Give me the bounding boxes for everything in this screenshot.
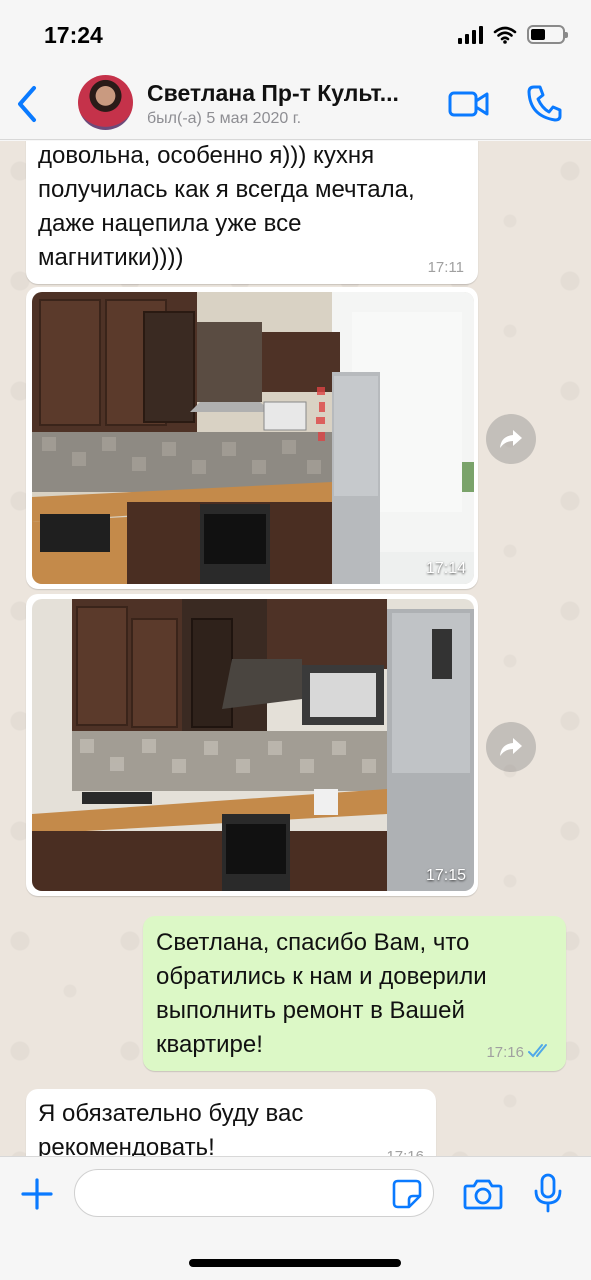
sticker-button[interactable] <box>392 1179 422 1209</box>
signal-icon <box>458 25 483 44</box>
message-time: 17:16 <box>486 1044 524 1061</box>
message-bubble-outgoing[interactable]: Светлана, спасибо Вам, что обратились к … <box>143 916 566 1071</box>
microphone-icon <box>534 1173 562 1213</box>
voice-call-button[interactable] <box>526 84 562 122</box>
phone-icon <box>527 85 562 122</box>
message-line: выполнить ремонт в Вашей <box>156 997 465 1024</box>
back-button[interactable] <box>12 84 42 124</box>
message-line: обратились к нам и доверили <box>156 963 487 990</box>
message-bubble-incoming[interactable]: довольна, особенно я))) кухня получилась… <box>26 141 478 284</box>
camera-icon <box>463 1179 503 1210</box>
chat-area[interactable]: довольна, особенно я))) кухня получилась… <box>0 141 591 1156</box>
forward-button[interactable] <box>486 722 536 772</box>
camera-button[interactable] <box>463 1177 503 1211</box>
plus-icon <box>21 1178 53 1210</box>
message-bubble-incoming[interactable]: Я обязательно буду вас рекомендовать! 17… <box>26 1089 436 1156</box>
message-line: довольна, особенно я))) кухня <box>38 142 375 169</box>
message-line: Светлана, спасибо Вам, что <box>156 929 470 956</box>
attach-button[interactable] <box>20 1177 54 1211</box>
message-line: даже нацепила уже все <box>38 210 302 237</box>
message-line: получилась как я всегда мечтала, <box>38 176 415 203</box>
video-camera-icon <box>448 91 489 117</box>
message-input-bar <box>0 1156 591 1280</box>
sticker-icon <box>392 1179 422 1209</box>
forward-arrow-icon <box>500 738 522 756</box>
kitchen-image-1 <box>32 292 474 584</box>
message-line: рекомендовать! <box>38 1134 215 1156</box>
message-line: Я обязательно буду вас <box>38 1100 304 1127</box>
wifi-icon <box>493 26 517 44</box>
message-line: квартире! <box>156 1031 263 1058</box>
kitchen-image-2 <box>32 599 474 891</box>
chat-header: Светлана Пр-т Культ... был(-а) 5 мая 202… <box>0 70 591 140</box>
status-time: 17:24 <box>44 22 103 48</box>
video-call-button[interactable] <box>448 88 490 120</box>
message-time: 17:14 <box>425 560 466 577</box>
forward-arrow-icon <box>500 430 522 448</box>
message-text: Светлана, спасибо Вам, что обратились к … <box>156 926 487 1062</box>
kitchen-photo-2[interactable]: 17:15 <box>32 599 474 891</box>
message-time: 17:15 <box>425 867 466 884</box>
avatar[interactable] <box>78 75 133 130</box>
kitchen-photo-1[interactable]: 17:14 <box>32 292 474 584</box>
battery-icon <box>527 25 568 44</box>
double-check-icon <box>528 1044 547 1058</box>
message-text: Я обязательно буду вас рекомендовать! <box>38 1097 303 1156</box>
message-input[interactable] <box>74 1169 434 1217</box>
last-seen-status: был(-а) 5 мая 2020 г. <box>147 110 302 127</box>
forward-button[interactable] <box>486 414 536 464</box>
message-time: 17:16 <box>386 1148 424 1156</box>
microphone-button[interactable] <box>533 1173 563 1213</box>
status-bar: 17:24 <box>0 0 591 70</box>
message-text: довольна, особенно я))) кухня получилась… <box>38 141 415 275</box>
status-icons <box>458 25 568 44</box>
home-indicator[interactable] <box>189 1259 401 1267</box>
contact-name[interactable]: Светлана Пр-т Культ... <box>147 80 399 107</box>
message-time: 17:11 <box>427 259 464 276</box>
message-line: магнитики)))) <box>38 244 184 271</box>
chevron-left-icon <box>18 86 36 122</box>
